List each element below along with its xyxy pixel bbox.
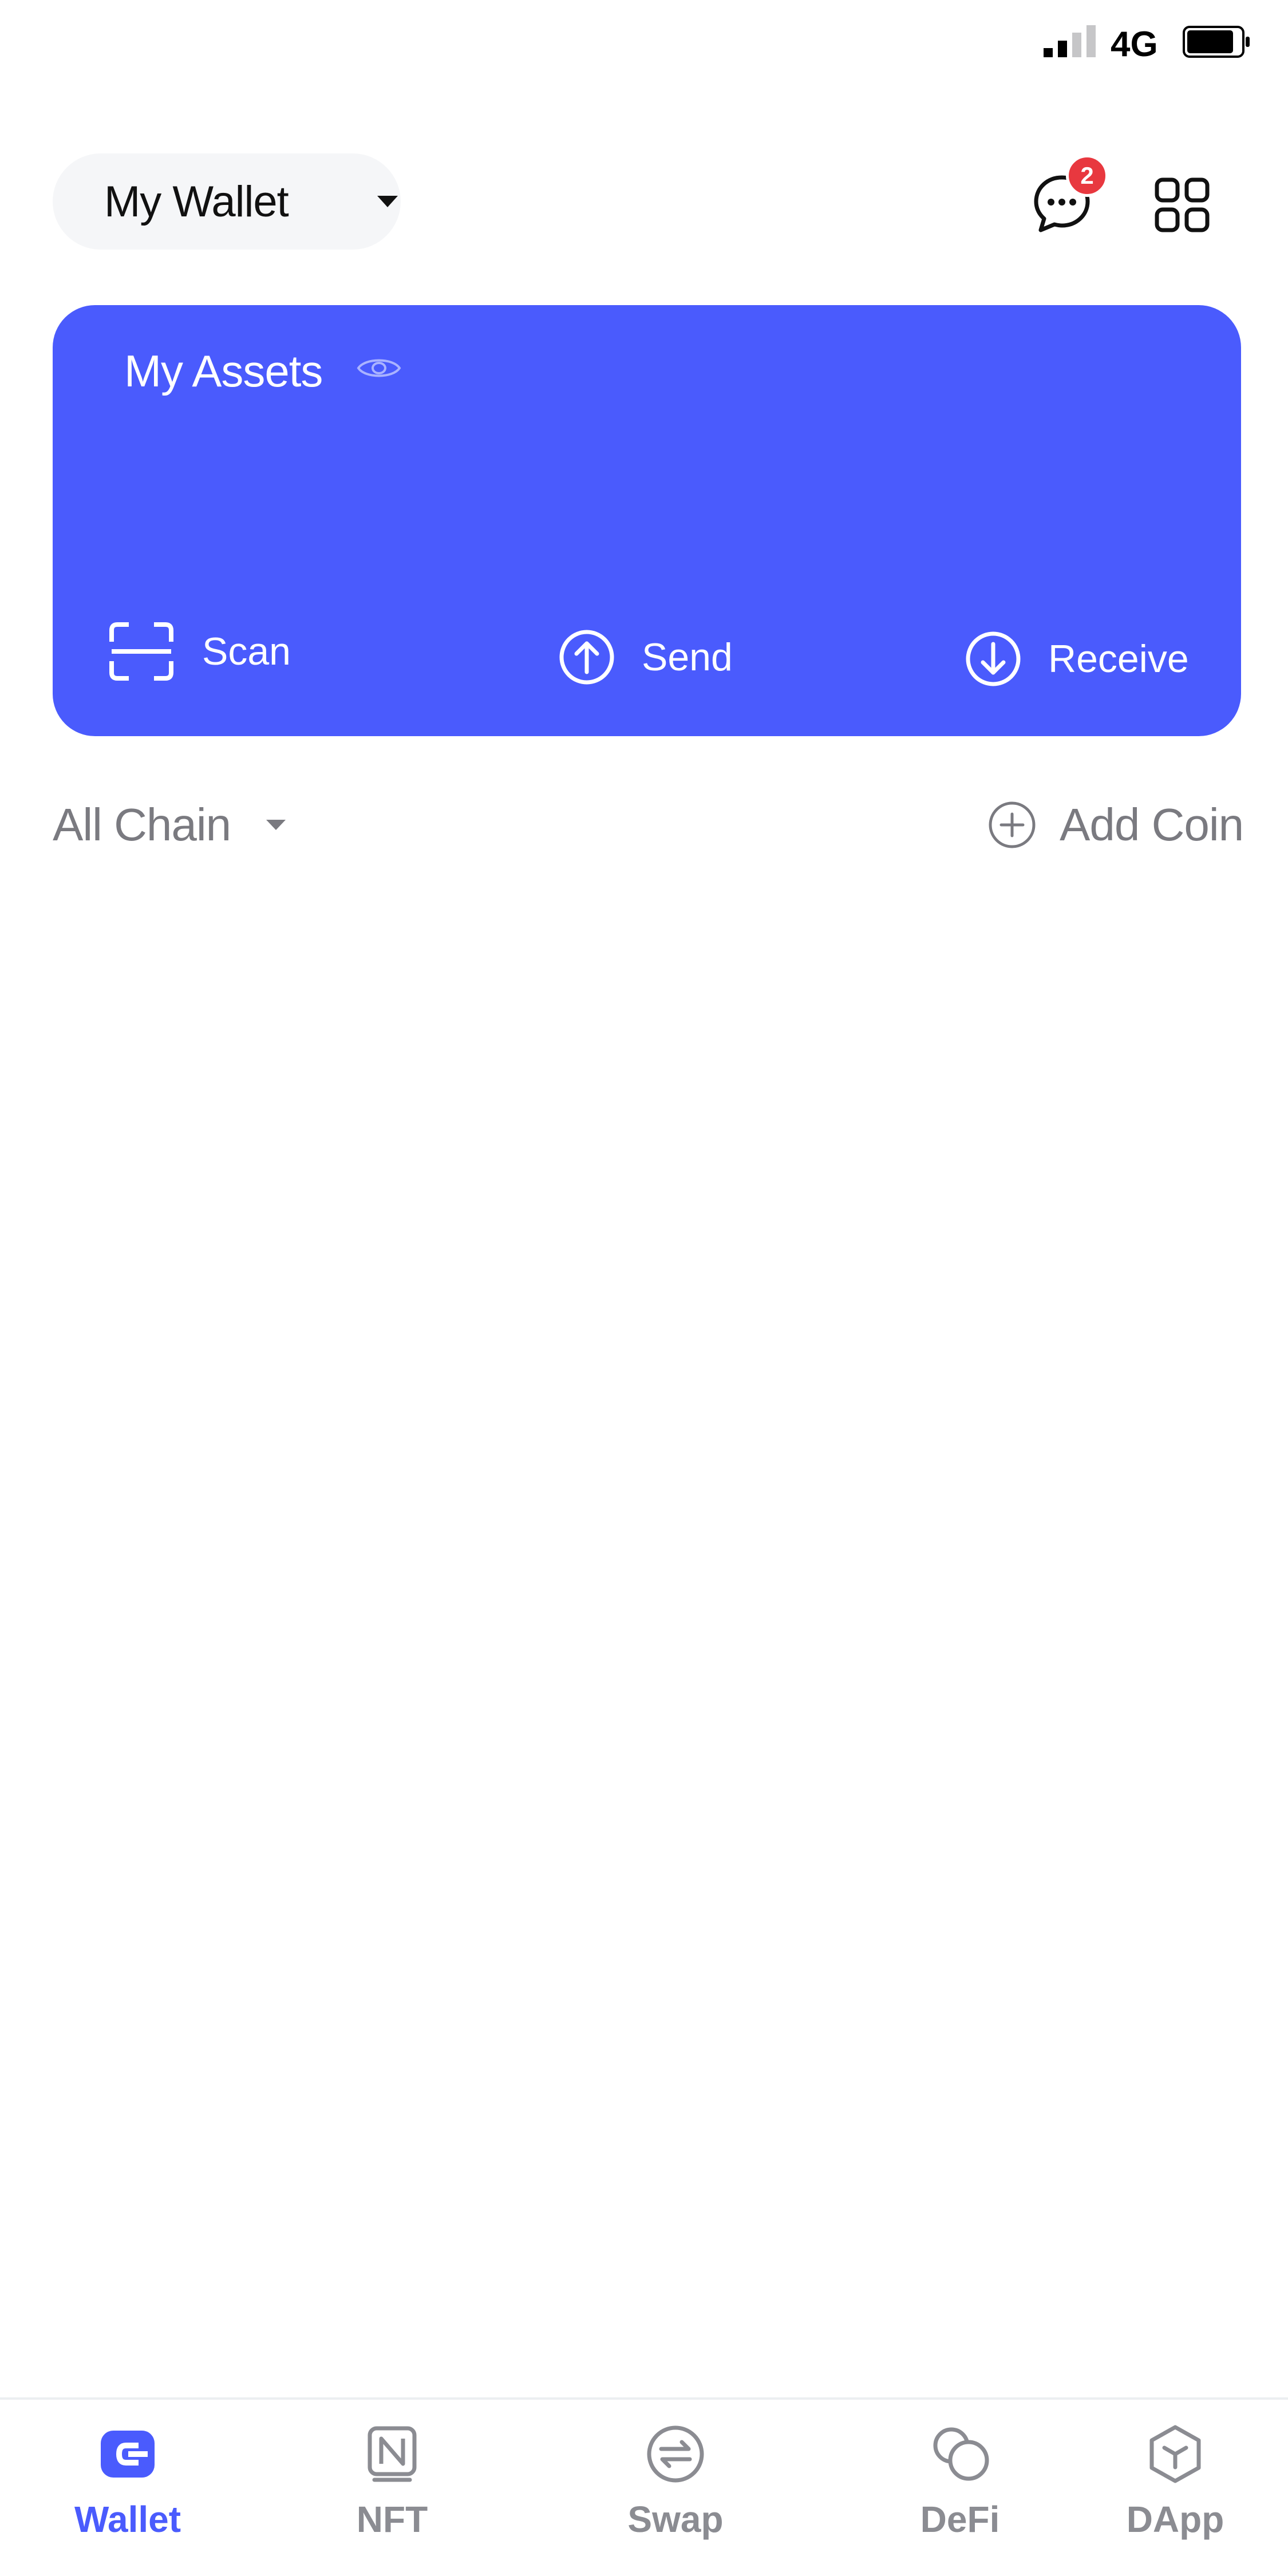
apps-grid-icon[interactable] (1153, 176, 1211, 234)
tab-dapp-label: DApp (1126, 2499, 1224, 2540)
receive-button[interactable]: Receive (965, 630, 1189, 688)
assets-card: My Assets Scan Send Receive (53, 305, 1241, 736)
message-count-badge: 2 (1066, 155, 1108, 197)
eye-icon[interactable] (356, 354, 402, 382)
nft-icon (368, 2426, 417, 2482)
tab-wallet[interactable]: Wallet (42, 2400, 214, 2576)
tab-dapp[interactable]: DApp (1089, 2400, 1261, 2576)
scan-label: Scan (202, 630, 291, 673)
battery-icon (1183, 26, 1250, 58)
wallet-name: My Wallet (104, 177, 289, 226)
send-label: Send (642, 635, 733, 679)
signal-strength-icon (1044, 25, 1096, 57)
scan-button[interactable]: Scan (107, 620, 291, 683)
wallet-icon (101, 2431, 155, 2478)
tab-nft-label: NFT (356, 2499, 428, 2540)
arrow-up-circle-icon (559, 630, 614, 685)
assets-title: My Assets (124, 346, 323, 396)
arrow-down-circle-icon (966, 631, 1021, 686)
tab-swap[interactable]: Swap (590, 2400, 761, 2576)
send-button[interactable]: Send (558, 629, 733, 686)
dapp-icon (1149, 2425, 1201, 2483)
tab-defi-label: DeFi (920, 2499, 1000, 2540)
defi-icon (933, 2427, 989, 2481)
receive-label: Receive (1048, 637, 1189, 681)
bottom-nav: Wallet NFT Swap DeFi DApp (0, 2397, 1288, 2576)
chain-filter-label: All Chain (53, 799, 231, 850)
tab-defi[interactable]: DeFi (874, 2400, 1046, 2576)
chevron-down-icon (377, 196, 398, 207)
tab-wallet-label: Wallet (74, 2499, 181, 2540)
network-type-label: 4G (1111, 25, 1158, 64)
plus-circle-icon (989, 801, 1036, 848)
tab-nft[interactable]: NFT (306, 2400, 478, 2576)
tab-swap-label: Swap (627, 2499, 724, 2540)
add-coin-button[interactable]: Add Coin (987, 799, 1244, 851)
add-coin-label: Add Coin (1060, 799, 1244, 850)
chevron-down-icon (266, 820, 286, 830)
scan-icon (109, 622, 173, 681)
status-bar: 4G (0, 0, 1288, 86)
chain-filter-dropdown[interactable]: All Chain (53, 799, 287, 851)
wallet-selector[interactable]: My Wallet (53, 153, 401, 250)
swap-icon (647, 2425, 704, 2483)
